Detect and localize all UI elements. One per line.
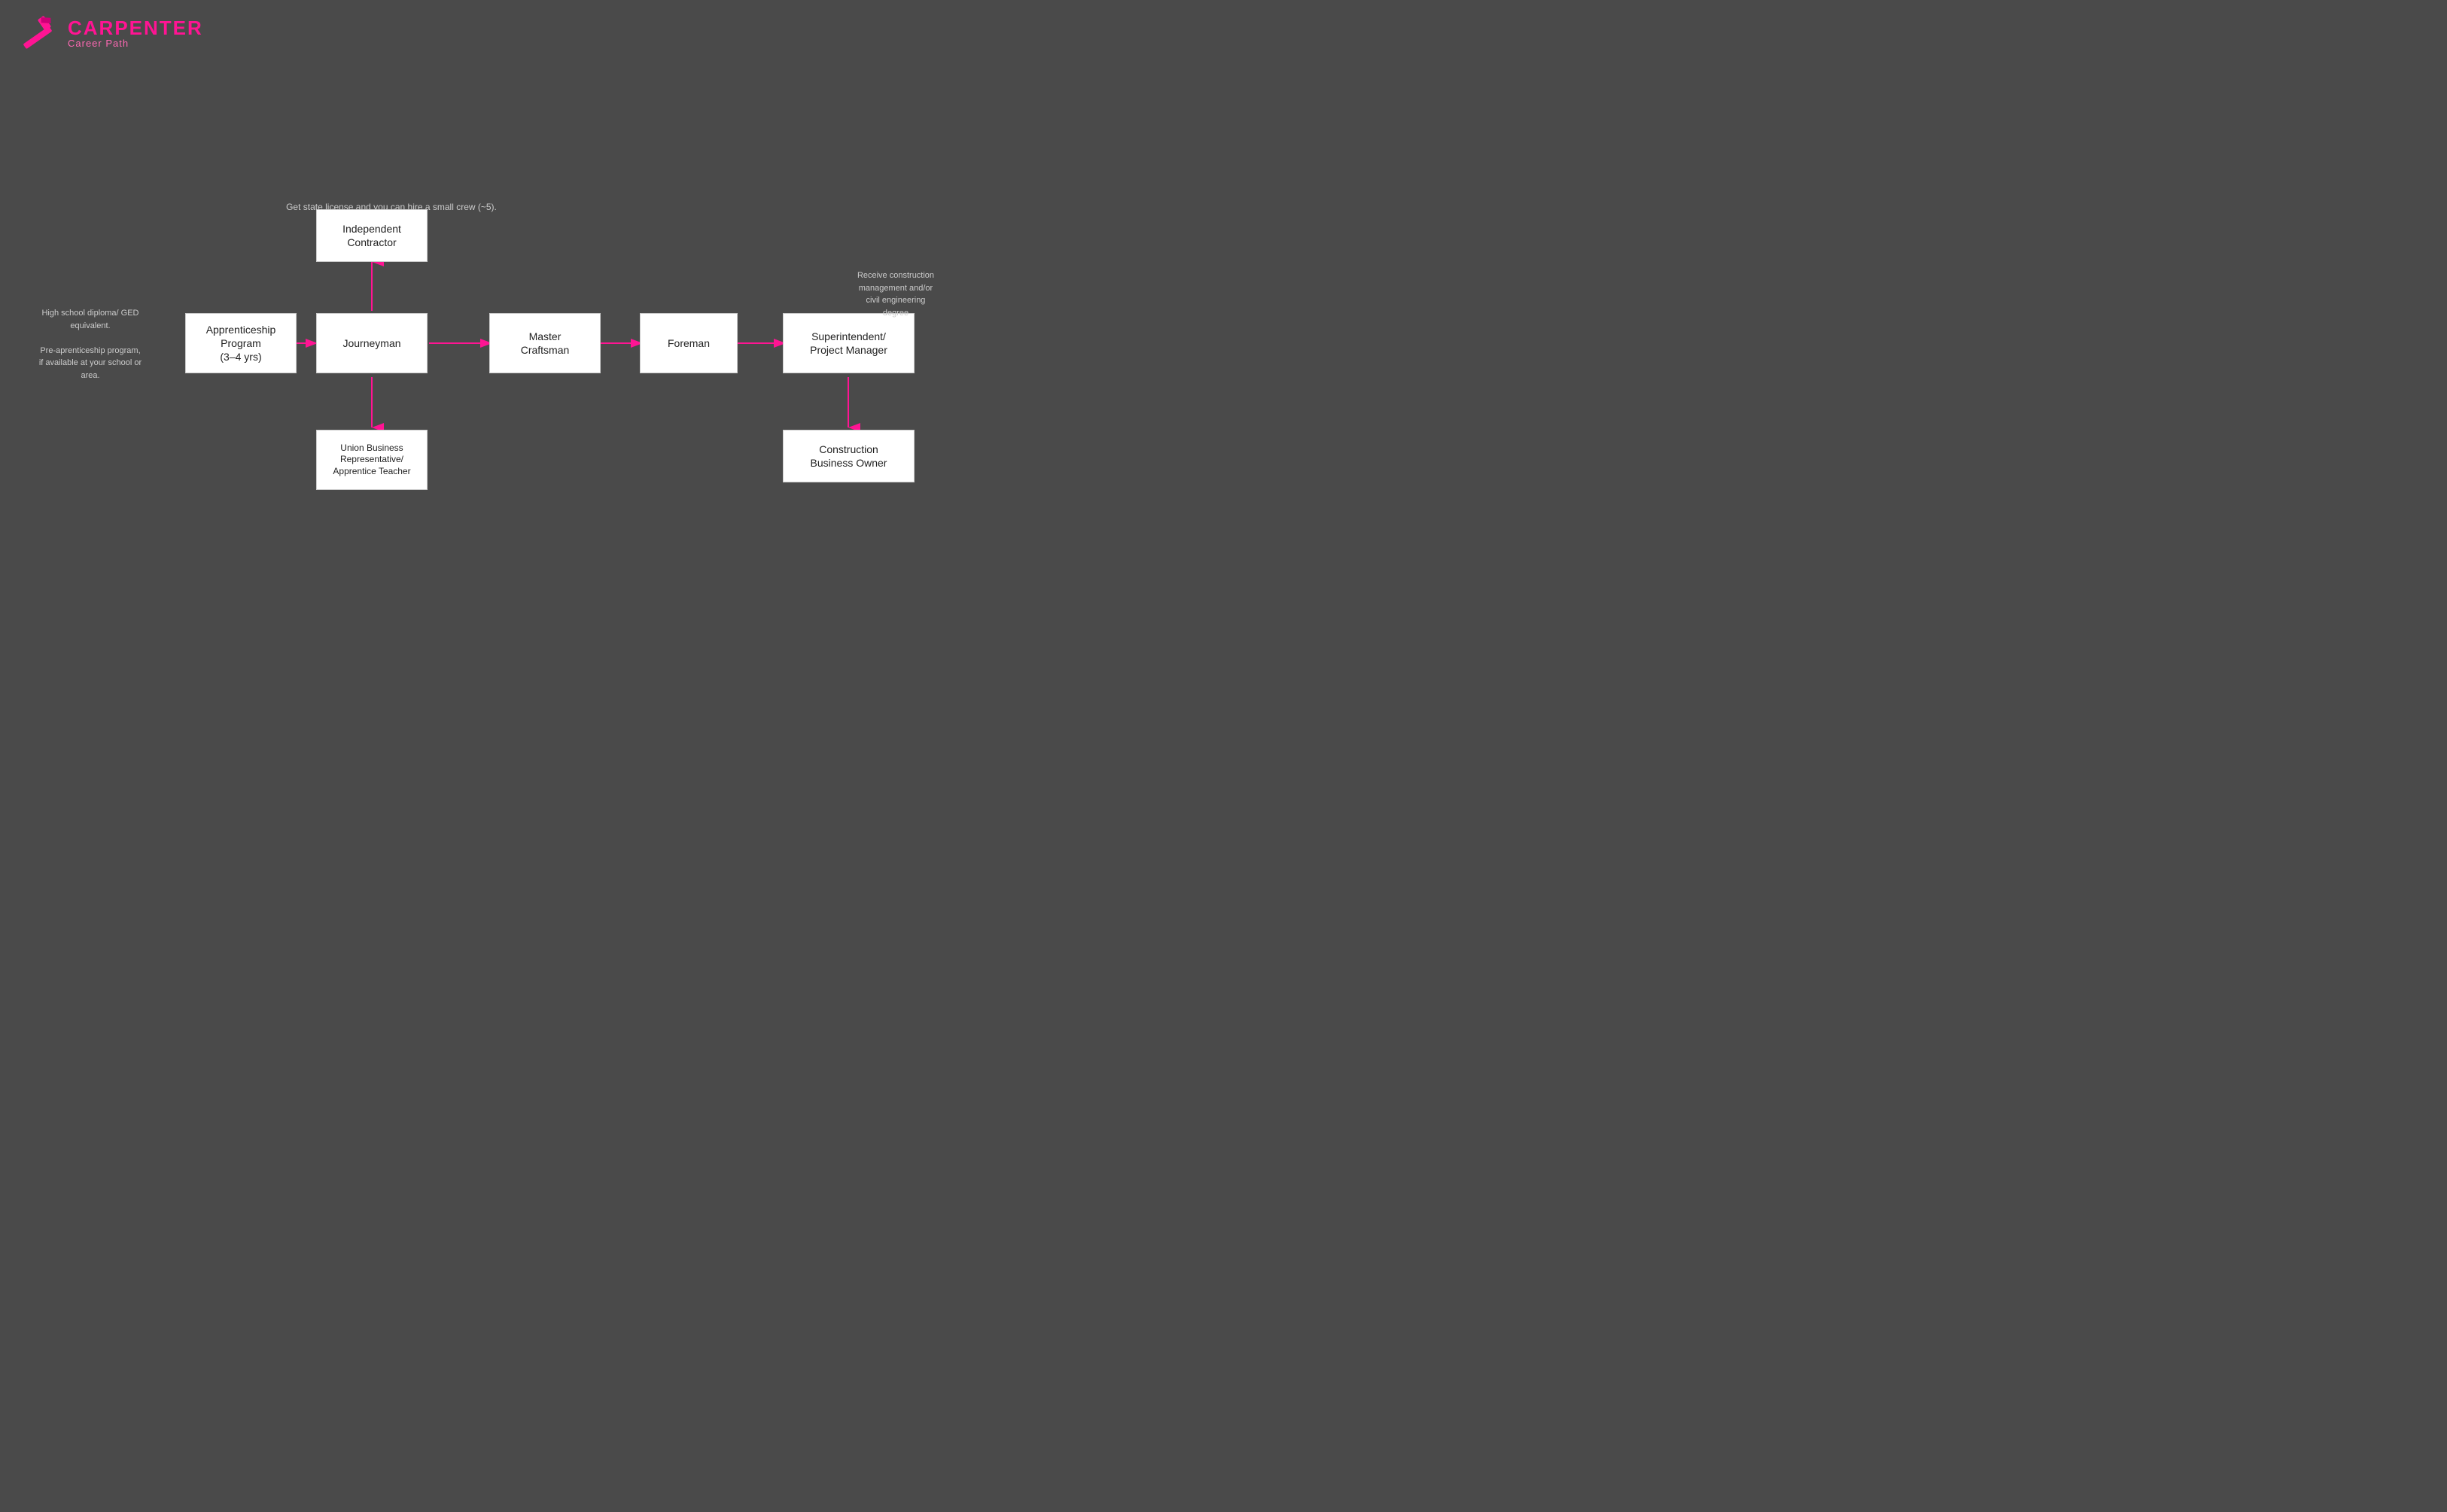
independent-contractor-box: Independent Contractor	[316, 209, 428, 262]
foreman-box: Foreman	[640, 313, 738, 373]
superintendent-box: Superintendent/ Project Manager	[783, 313, 915, 373]
right-annotation: Receive construction management and/or c…	[828, 269, 963, 319]
left-annotation: High school diploma/ GED equivalent. Pre…	[15, 307, 166, 382]
carpenter-logo-icon	[18, 14, 57, 53]
header: CARPENTER Career Path	[0, 0, 978, 66]
diagram-area: Get state license and you can hire a sma…	[0, 81, 978, 593]
page-title: CARPENTER	[68, 18, 203, 38]
apprenticeship-box: Apprenticeship Program (3–4 yrs)	[185, 313, 297, 373]
page-subtitle: Career Path	[68, 38, 203, 49]
journeyman-box: Journeyman	[316, 313, 428, 373]
header-text: CARPENTER Career Path	[68, 18, 203, 49]
master-craftsman-box: Master Craftsman	[489, 313, 601, 373]
construction-business-box: Construction Business Owner	[783, 430, 915, 482]
union-business-box: Union Business Representative/ Apprentic…	[316, 430, 428, 490]
